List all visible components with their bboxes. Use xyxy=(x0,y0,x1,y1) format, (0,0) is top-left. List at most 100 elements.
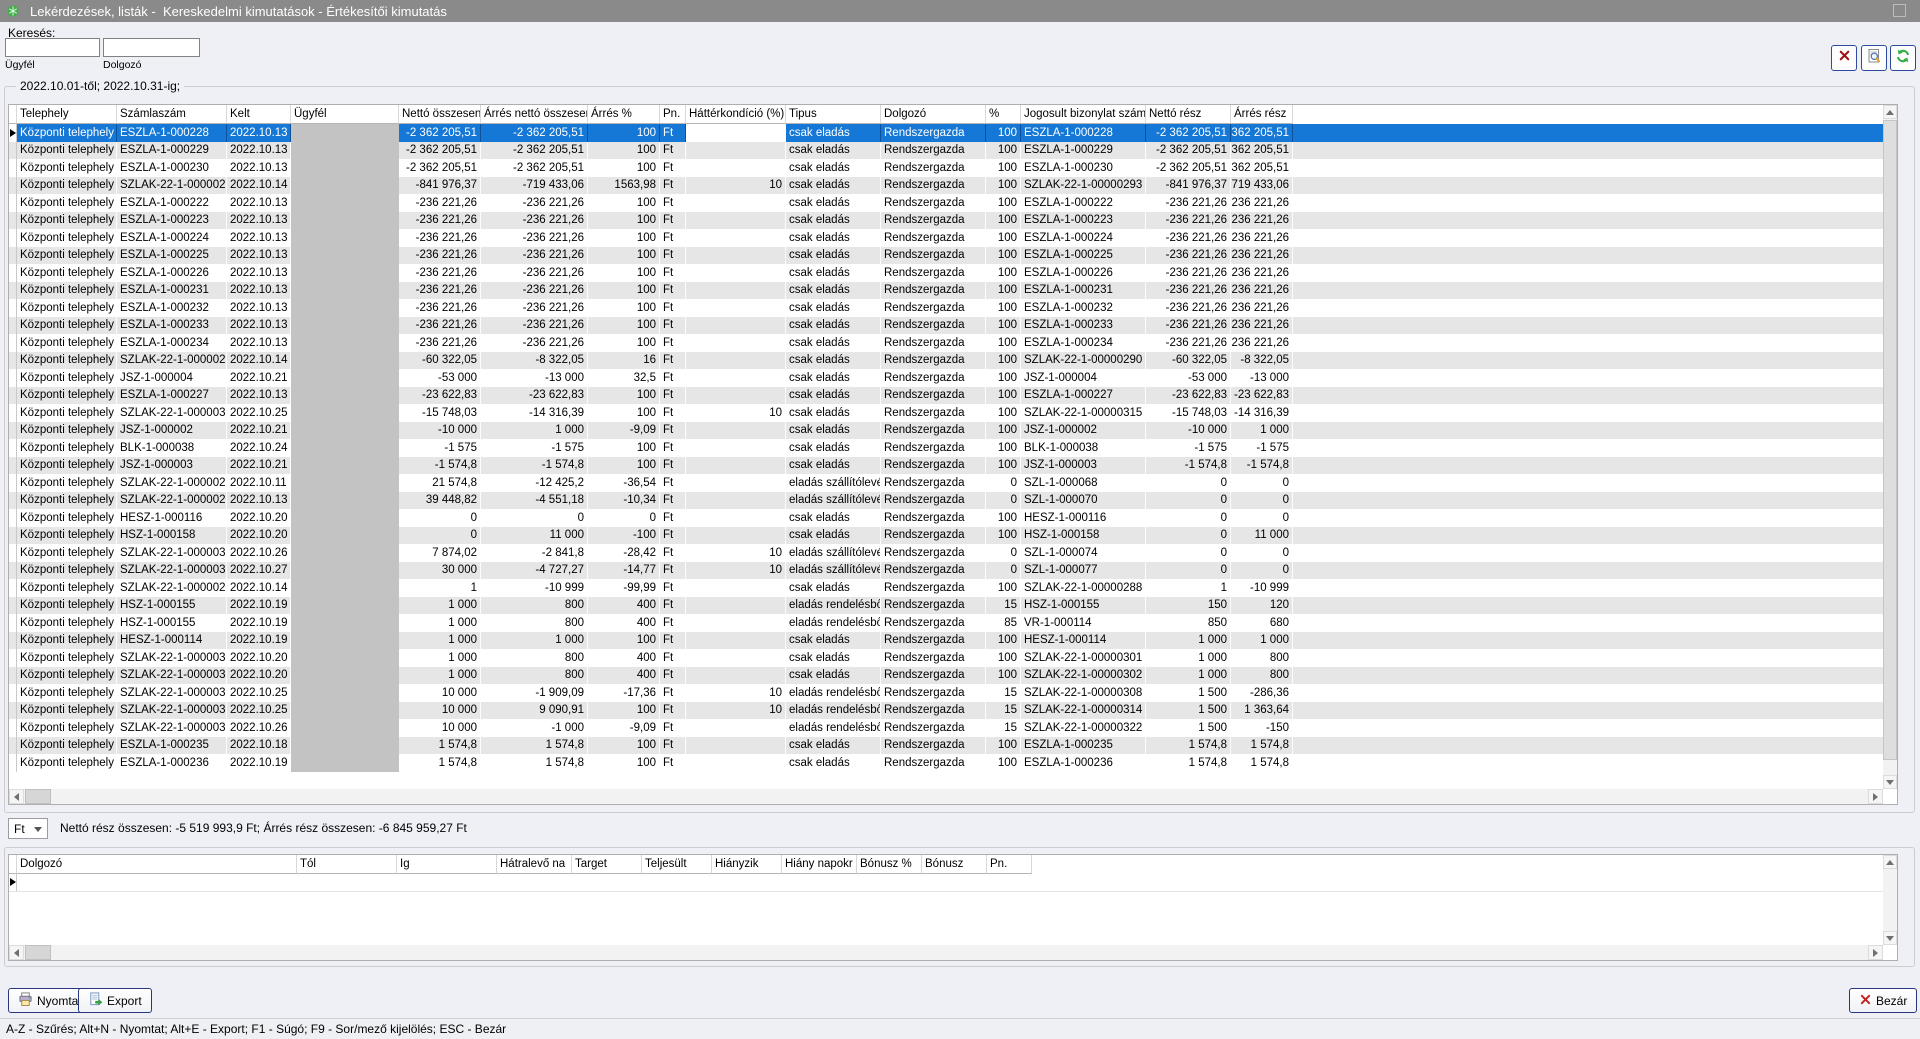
grid-cell[interactable]: -2 362 205,51 xyxy=(481,159,588,177)
grid-cell[interactable] xyxy=(686,474,786,492)
grid-cell[interactable]: HESZ-1-000114 xyxy=(1021,632,1146,650)
grid-cell[interactable]: 400 xyxy=(588,649,660,667)
grid-cell[interactable]: ESZLA-1-000234 xyxy=(1021,334,1146,352)
grid-cell[interactable]: csak eladás xyxy=(786,387,881,405)
grid-cell[interactable]: -10 999 xyxy=(481,579,588,597)
grid-cell[interactable]: Központi telephely xyxy=(17,177,117,195)
grid-cell[interactable]: -4 727,27 xyxy=(481,562,588,580)
grid-cell[interactable] xyxy=(291,492,399,510)
grid-cell[interactable]: 30 000 xyxy=(399,562,481,580)
currency-select[interactable]: Ft xyxy=(8,818,48,839)
grid-cell[interactable]: Rendszergazda xyxy=(881,369,986,387)
grid-cell[interactable]: csak eladás xyxy=(786,369,881,387)
grid-cell[interactable]: 2022.10.13 xyxy=(227,124,291,142)
grid-cell[interactable]: 800 xyxy=(1231,667,1293,685)
grid-cell[interactable]: 1 000 xyxy=(399,614,481,632)
grid-cell[interactable]: -236 221,26 xyxy=(399,282,481,300)
grid-cell[interactable]: 2022.10.25 xyxy=(227,702,291,720)
grid-cell[interactable] xyxy=(686,719,786,737)
grid-cell[interactable]: -236 221,26 xyxy=(1146,317,1231,335)
grid-cell[interactable]: 2022.10.21 xyxy=(227,422,291,440)
grid-cell[interactable]: Rendszergazda xyxy=(881,159,986,177)
grid-cell[interactable]: ESZLA-1-000223 xyxy=(1021,212,1146,230)
grid-cell[interactable]: 2022.10.13 xyxy=(227,229,291,247)
grid-cell[interactable]: -236 221,26 xyxy=(1231,334,1293,352)
grid-cell[interactable]: 2022.10.19 xyxy=(227,597,291,615)
grid-cell[interactable]: Rendszergazda xyxy=(881,562,986,580)
grid-cell[interactable]: Központi telephely xyxy=(17,317,117,335)
grid-cell[interactable]: 10 000 xyxy=(399,719,481,737)
grid-cell[interactable] xyxy=(291,527,399,545)
grid-cell[interactable]: -236 221,26 xyxy=(481,334,588,352)
grid-cell[interactable]: Rendszergazda xyxy=(881,527,986,545)
grid-cell[interactable]: 1 500 xyxy=(1146,719,1231,737)
scroll-down-icon[interactable] xyxy=(1883,775,1897,789)
grid-cell[interactable]: BLK-1-000038 xyxy=(1021,439,1146,457)
grid-cell[interactable]: 7 874,02 xyxy=(399,544,481,562)
grid-cell[interactable]: 100 xyxy=(986,299,1021,317)
grid-cell[interactable]: -150 xyxy=(1231,719,1293,737)
grid-cell[interactable]: 100 xyxy=(986,159,1021,177)
grid-cell[interactable]: VR-1-000114 xyxy=(1021,614,1146,632)
grid-cell[interactable] xyxy=(291,159,399,177)
grid-cell[interactable]: Rendszergazda xyxy=(881,579,986,597)
grid-cell[interactable]: 100 xyxy=(588,387,660,405)
grid-cell[interactable]: -23 622,83 xyxy=(1146,387,1231,405)
grid-cell[interactable]: 0 xyxy=(1146,544,1231,562)
grid-cell[interactable]: Rendszergazda xyxy=(881,667,986,685)
grid-cell[interactable]: -236 221,26 xyxy=(1146,212,1231,230)
grid-cell[interactable]: 0 xyxy=(1231,474,1293,492)
grid-cell[interactable]: -236 221,26 xyxy=(1231,282,1293,300)
grid-cell[interactable]: Központi telephely xyxy=(17,719,117,737)
grid-cell[interactable]: Rendszergazda xyxy=(881,299,986,317)
table-row[interactable]: Központi telephelyBLK-1-0000382022.10.24… xyxy=(9,439,1883,457)
column-header[interactable]: Nettó rész xyxy=(1146,105,1231,124)
grid-cell[interactable]: 2022.10.20 xyxy=(227,509,291,527)
grid-cell[interactable]: 100 xyxy=(986,177,1021,195)
grid-cell[interactable]: 0 xyxy=(986,492,1021,510)
grid-cell[interactable] xyxy=(291,369,399,387)
grid-cell[interactable]: SZL-1-000068 xyxy=(1021,474,1146,492)
grid-cell[interactable]: Ft xyxy=(660,754,686,772)
grid-cell[interactable]: csak eladás xyxy=(786,579,881,597)
grid-cell[interactable]: Központi telephely xyxy=(17,754,117,772)
grid-cell[interactable]: -236 221,26 xyxy=(1146,264,1231,282)
grid-cell[interactable] xyxy=(291,229,399,247)
column-header[interactable]: % xyxy=(986,105,1021,124)
grid-cell[interactable]: -23 622,83 xyxy=(481,387,588,405)
grid-cell[interactable] xyxy=(291,439,399,457)
grid-cell[interactable]: Központi telephely xyxy=(17,159,117,177)
grid-cell[interactable] xyxy=(686,509,786,527)
grid-cell[interactable]: ESZLA-1-000235 xyxy=(117,737,227,755)
grid-cell[interactable]: 100 xyxy=(986,667,1021,685)
grid-cell[interactable]: -12 425,2 xyxy=(481,474,588,492)
grid-cell[interactable]: Ft xyxy=(660,194,686,212)
grid-cell[interactable] xyxy=(686,457,786,475)
grid-cell[interactable]: SZLAK-22-1-00000314 xyxy=(117,702,227,720)
grid-cell[interactable]: Központi telephely xyxy=(17,387,117,405)
grid-cell[interactable]: 800 xyxy=(481,649,588,667)
grid-cell[interactable]: 16 xyxy=(588,352,660,370)
column-header[interactable]: Pn. xyxy=(987,855,1032,874)
grid-cell[interactable] xyxy=(291,754,399,772)
grid-cell[interactable]: 2022.10.20 xyxy=(227,649,291,667)
table-row[interactable]: Központi telephelySZLAK-22-1-00000302202… xyxy=(9,667,1883,685)
grid-cell[interactable]: 1 xyxy=(399,579,481,597)
grid-cell[interactable]: ESZLA-1-000226 xyxy=(1021,264,1146,282)
grid-cell[interactable]: 1 500 xyxy=(1146,684,1231,702)
grid-cell[interactable]: SZLAK-22-1-00000287 xyxy=(117,492,227,510)
grid-cell[interactable] xyxy=(686,439,786,457)
grid-cell[interactable]: 100 xyxy=(588,282,660,300)
grid-cell[interactable]: JSZ-1-000002 xyxy=(117,422,227,440)
grid-cell[interactable]: -2 362 205,51 xyxy=(1231,159,1293,177)
grid-cell[interactable]: Központi telephely xyxy=(17,299,117,317)
grid-cell[interactable]: 100 xyxy=(986,457,1021,475)
grid-cell[interactable]: ESZLA-1-000227 xyxy=(1021,387,1146,405)
grid-cell[interactable]: Központi telephely xyxy=(17,457,117,475)
grid-cell[interactable]: csak eladás xyxy=(786,299,881,317)
grid-cell[interactable]: Rendszergazda xyxy=(881,142,986,160)
grid-cell[interactable]: csak eladás xyxy=(786,737,881,755)
grid-cell[interactable]: 680 xyxy=(1231,614,1293,632)
grid-cell[interactable]: JSZ-1-000003 xyxy=(117,457,227,475)
vertical-scrollbar[interactable] xyxy=(1883,855,1897,945)
